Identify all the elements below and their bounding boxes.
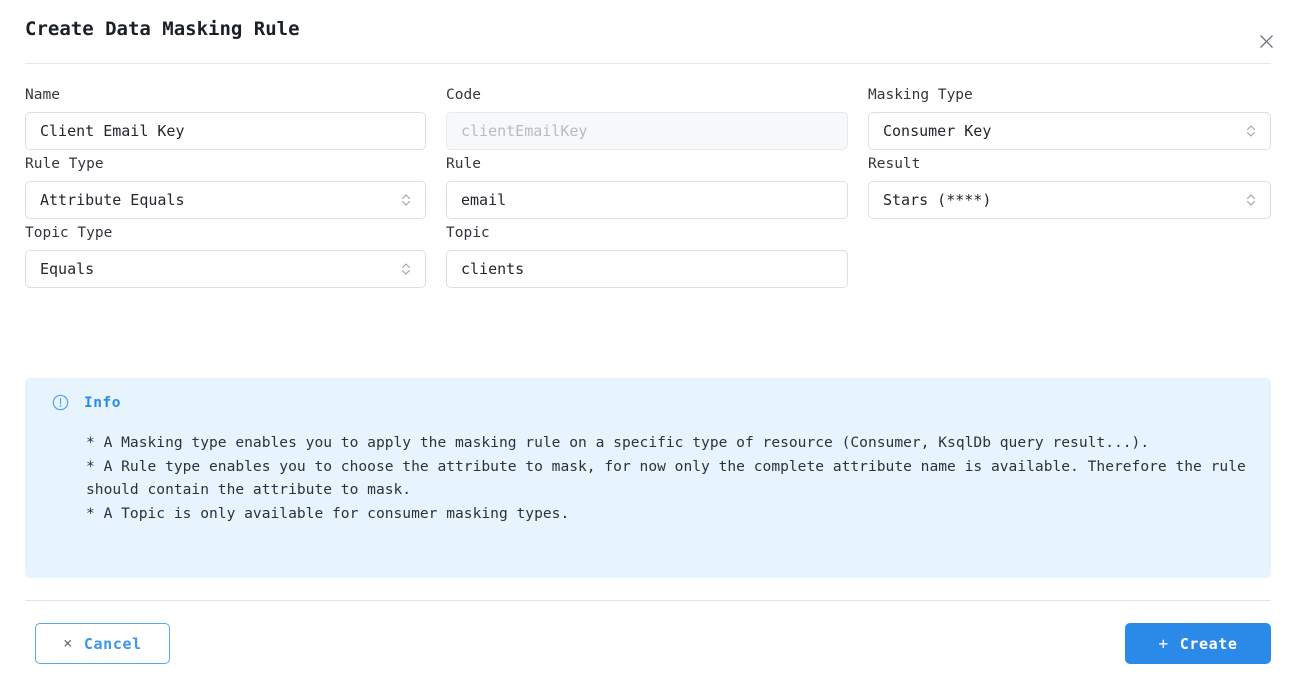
code-input-placeholder: clientEmailKey xyxy=(461,122,588,140)
field-label-code: Code xyxy=(446,87,481,103)
close-icon[interactable] xyxy=(1253,28,1279,54)
chevron-up-down-icon xyxy=(400,192,412,208)
field-result: Result Stars (****) xyxy=(868,155,1271,219)
field-rule: Rule email xyxy=(446,155,848,219)
close-icon: × xyxy=(63,634,73,652)
name-input-value: Client Email Key xyxy=(40,122,185,140)
dialog-header: Create Data Masking Rule xyxy=(0,0,1296,64)
info-panel-header: Info xyxy=(52,394,121,411)
field-code: Code clientEmailKey xyxy=(446,86,848,150)
chevron-up-down-icon xyxy=(1245,123,1257,139)
topic-input[interactable]: clients xyxy=(446,250,848,288)
info-panel: Info * A Masking type enables you to app… xyxy=(25,378,1271,578)
header-divider xyxy=(25,63,1271,64)
rule-type-select[interactable]: Attribute Equals xyxy=(25,181,426,219)
rule-input-value: email xyxy=(461,191,507,209)
field-label-result: Result xyxy=(868,156,921,172)
topic-type-value: Equals xyxy=(40,260,95,278)
field-label-name: Name xyxy=(25,87,60,103)
masking-type-select[interactable]: Consumer Key xyxy=(868,112,1271,150)
rule-type-value: Attribute Equals xyxy=(40,191,185,209)
cancel-button-label: Cancel xyxy=(83,634,142,653)
exclamation-circle-icon xyxy=(52,394,69,411)
field-name: Name Client Email Key xyxy=(25,86,426,150)
create-button-label: Create xyxy=(1179,634,1238,653)
field-topic: Topic clients xyxy=(446,224,848,288)
form-row: Rule Type Attribute Equals Rule email Re… xyxy=(0,155,1296,224)
field-label-rule: Rule xyxy=(446,156,481,172)
field-label-rule-type: Rule Type xyxy=(25,156,104,172)
create-button[interactable]: + Create xyxy=(1125,623,1271,664)
info-line: * A Masking type enables you to apply th… xyxy=(86,434,1150,451)
form-row: Name Client Email Key Code clientEmailKe… xyxy=(0,86,1296,155)
info-line: * A Topic is only available for consumer… xyxy=(86,504,570,522)
info-panel-body: * A Masking type enables you to apply th… xyxy=(86,431,1266,525)
chevron-up-down-icon xyxy=(400,261,412,277)
field-topic-type: Topic Type Equals xyxy=(25,224,426,288)
rule-input[interactable]: email xyxy=(446,181,848,219)
result-select[interactable]: Stars (****) xyxy=(868,181,1271,219)
code-input: clientEmailKey xyxy=(446,112,848,150)
topic-type-select[interactable]: Equals xyxy=(25,250,426,288)
field-masking-type: Masking Type Consumer Key xyxy=(868,86,1271,150)
plus-icon: + xyxy=(1158,633,1169,653)
field-label-topic-type: Topic Type xyxy=(25,225,113,241)
form-area: Name Client Email Key Code clientEmailKe… xyxy=(0,86,1296,293)
result-value: Stars (****) xyxy=(883,191,992,209)
page-title: Create Data Masking Rule xyxy=(25,18,300,40)
footer-divider xyxy=(25,600,1271,601)
cancel-button[interactable]: × Cancel xyxy=(35,623,170,664)
field-label-topic: Topic xyxy=(446,225,490,241)
info-line: * A Rule type enables you to choose the … xyxy=(86,457,1246,499)
info-panel-title: Info xyxy=(84,394,121,411)
form-row: Topic Type Equals Topic clients xyxy=(0,224,1296,293)
topic-input-value: clients xyxy=(461,260,525,278)
field-rule-type: Rule Type Attribute Equals xyxy=(25,155,426,219)
chevron-up-down-icon xyxy=(1245,192,1257,208)
masking-type-value: Consumer Key xyxy=(883,122,992,140)
name-input[interactable]: Client Email Key xyxy=(25,112,426,150)
create-data-masking-rule-dialog: Create Data Masking Rule Name Client Ema… xyxy=(0,0,1296,678)
field-label-masking-type: Masking Type xyxy=(868,87,973,103)
